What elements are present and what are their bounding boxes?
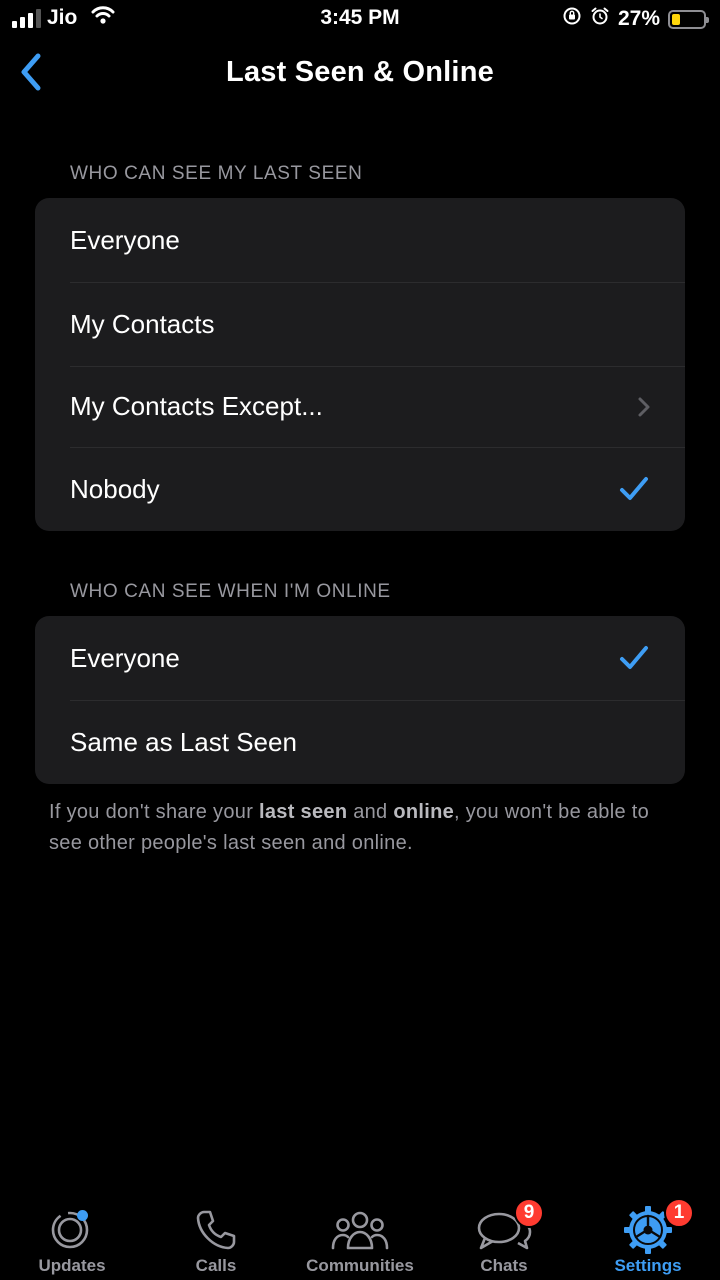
- phone-icon: [186, 1204, 246, 1256]
- option-label: Everyone: [70, 224, 180, 255]
- page-title: Last Seen & Online: [226, 56, 494, 88]
- footnote-text: and: [347, 801, 394, 823]
- last-seen-option-my-contacts-except[interactable]: My Contacts Except...: [35, 366, 685, 447]
- updates-dot: [77, 1210, 88, 1221]
- checkmark-icon: [619, 645, 649, 671]
- footnote-bold-online: online: [393, 801, 455, 823]
- tab-settings[interactable]: 1 Settings: [576, 1198, 720, 1276]
- last-seen-option-nobody[interactable]: Nobody: [35, 447, 685, 531]
- option-label: Nobody: [70, 473, 160, 504]
- privacy-footnote: If you don't share your last seen and on…: [49, 797, 679, 859]
- option-label: My Contacts Except...: [70, 391, 323, 421]
- online-option-everyone[interactable]: Everyone: [35, 616, 685, 700]
- tab-label: Calls: [195, 1256, 237, 1275]
- navigation-bar: Last Seen & Online: [0, 44, 720, 104]
- settings-badge: 1: [664, 1198, 694, 1228]
- tab-communities[interactable]: Communities: [288, 1204, 432, 1276]
- battery-percent: 27%: [617, 7, 660, 30]
- tab-chats[interactable]: 9 Chats: [432, 1198, 576, 1276]
- online-options-group: Everyone Same as Last Seen: [35, 616, 685, 784]
- orientation-lock-icon: [562, 6, 582, 32]
- option-label: Everyone: [70, 642, 180, 673]
- footnote-bold-last-seen: last seen: [259, 801, 348, 823]
- screen: Jio 3:45 PM 27% Last Seen & Online WHO C…: [0, 0, 720, 1280]
- status-bar: Jio 3:45 PM 27%: [0, 0, 720, 36]
- settings-gear-icon: 1: [618, 1198, 694, 1256]
- online-section-header: WHO CAN SEE WHEN I'M ONLINE: [70, 581, 391, 602]
- tab-calls[interactable]: Calls: [144, 1204, 288, 1276]
- last-seen-option-my-contacts[interactable]: My Contacts: [35, 282, 685, 366]
- chats-badge: 9: [514, 1198, 544, 1228]
- tab-label: Settings: [614, 1256, 682, 1275]
- battery-icon: [668, 9, 709, 29]
- option-label: Same as Last Seen: [70, 726, 297, 757]
- tab-label: Chats: [480, 1256, 528, 1275]
- tab-updates[interactable]: Updates: [0, 1204, 144, 1276]
- last-seen-options-group: Everyone My Contacts My Contacts Except.…: [35, 198, 685, 531]
- tab-bar: Updates Calls Communities 9 Chats 1 Sett…: [0, 1180, 720, 1280]
- last-seen-option-everyone[interactable]: Everyone: [35, 198, 685, 282]
- online-option-same-as-last-seen[interactable]: Same as Last Seen: [35, 700, 685, 784]
- tab-label: Communities: [306, 1256, 414, 1275]
- last-seen-section-header: WHO CAN SEE MY LAST SEEN: [70, 163, 363, 184]
- communities-icon: [330, 1204, 390, 1256]
- tab-label: Updates: [38, 1256, 106, 1275]
- chats-icon: 9: [474, 1198, 544, 1256]
- footnote-text: If you don't share your: [49, 801, 260, 823]
- checkmark-icon: [619, 476, 649, 502]
- alarm-icon: [590, 6, 610, 32]
- option-label: My Contacts: [70, 308, 215, 339]
- chevron-right-icon: [637, 396, 651, 418]
- updates-icon: [42, 1204, 102, 1256]
